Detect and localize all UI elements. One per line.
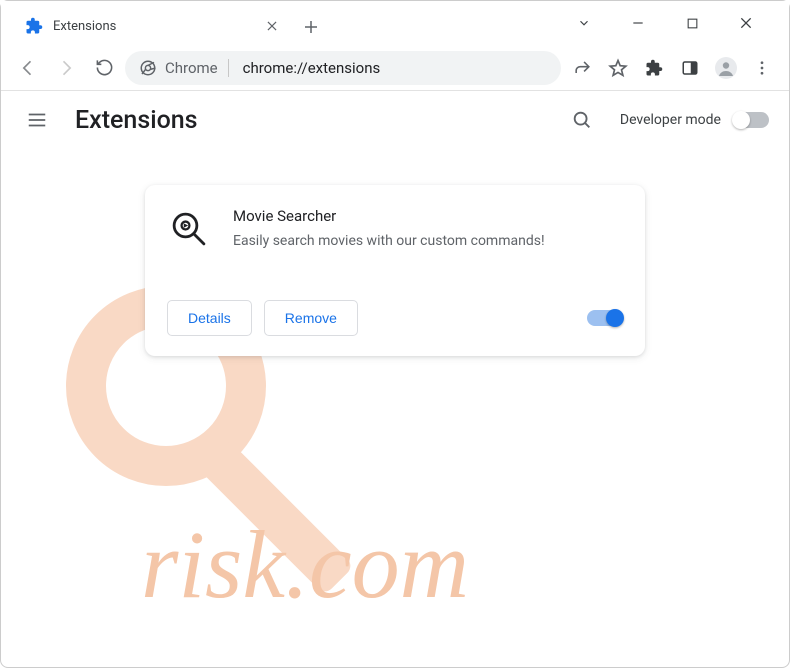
extensions-page-header: Extensions Developer mode	[1, 91, 789, 149]
puzzle-icon	[25, 17, 43, 35]
chevron-down-icon[interactable]	[567, 16, 601, 30]
extension-enabled-toggle[interactable]	[587, 310, 623, 326]
sidepanel-button[interactable]	[673, 51, 707, 85]
new-tab-button[interactable]	[297, 13, 325, 41]
window-titlebar: Extensions	[1, 1, 789, 45]
extension-name: Movie Searcher	[233, 207, 623, 225]
tab-close-button[interactable]	[263, 17, 281, 35]
page-title: Extensions	[75, 106, 544, 135]
menu-button[interactable]	[17, 100, 57, 140]
window-close-button[interactable]	[729, 15, 763, 31]
back-button[interactable]	[11, 51, 45, 85]
omnibox-scheme-label: Chrome	[165, 59, 229, 77]
watermark-text: risk.com	[141, 509, 790, 620]
reload-button[interactable]	[87, 51, 121, 85]
tab-title: Extensions	[53, 19, 253, 34]
browser-tab[interactable]: Extensions	[11, 7, 291, 45]
details-button[interactable]: Details	[167, 300, 252, 336]
omnibox-url: chrome://extensions	[237, 59, 547, 77]
extensions-button[interactable]	[637, 51, 671, 85]
search-extensions-button[interactable]	[562, 100, 602, 140]
profile-button[interactable]	[709, 51, 743, 85]
extension-icon	[167, 207, 211, 251]
window-maximize-button[interactable]	[675, 17, 709, 30]
developer-mode-toggle[interactable]	[733, 112, 769, 128]
forward-button[interactable]	[49, 51, 83, 85]
window-minimize-button[interactable]	[621, 16, 655, 30]
share-button[interactable]	[565, 51, 599, 85]
chrome-icon	[139, 59, 157, 77]
extension-description: Easily search movies with our custom com…	[233, 231, 623, 252]
omnibox[interactable]: Chrome chrome://extensions	[125, 51, 561, 85]
address-bar-row: Chrome chrome://extensions	[1, 45, 789, 91]
kebab-menu-button[interactable]	[745, 51, 779, 85]
developer-mode-label: Developer mode	[620, 112, 721, 128]
extension-card: Movie Searcher Easily search movies with…	[145, 185, 645, 356]
remove-button[interactable]: Remove	[264, 300, 358, 336]
watermark-handle	[198, 439, 355, 596]
bookmark-button[interactable]	[601, 51, 635, 85]
